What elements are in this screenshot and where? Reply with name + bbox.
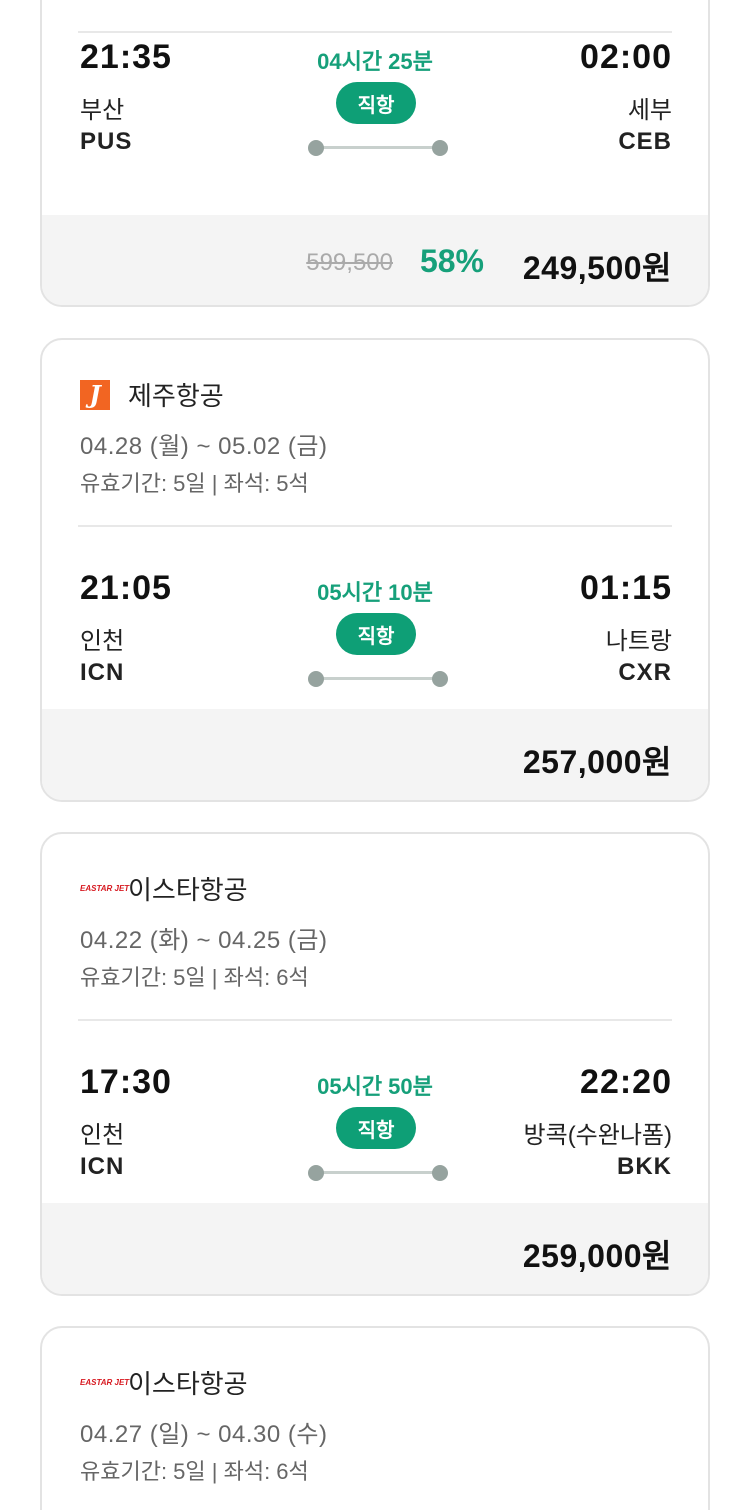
departure-code: ICN [80,1153,125,1180]
direct-flight-badge: 직항 [336,1107,416,1149]
validity-seats: 유효기간: 5일 | 좌석: 5석 [80,471,309,496]
price-bar: 259,000원 [42,1203,708,1294]
origin-dot [308,1165,324,1181]
jeju-air-logo: J [80,379,114,410]
destination-dot [432,140,448,156]
travel-dates: 04.22 (화) ~ 04.25 (금) [80,927,328,954]
direct-flight-badge: 직항 [336,613,416,655]
flight-info: 21:05 인천 ICN 05시간 10분 직항 01:15 나트랑 CXR [42,525,708,709]
arrival-time: 02:00 [580,38,672,76]
flight-card[interactable]: EASTAR JET 이스타항공 04.27 (일) ~ 04.30 (수) 유… [40,1326,710,1510]
final-price: 249,500원 [522,250,672,286]
departure-code: PUS [80,128,133,155]
origin-dot [308,671,324,687]
original-price: 599,500 [306,249,393,276]
arrival-code: BKK [617,1153,672,1180]
airline-name: 이스타항공 [128,1369,248,1399]
airline-row: J 제주항공 [80,376,224,413]
departure-city: 인천 [80,1122,125,1149]
arrival-city: 세부 [627,97,672,124]
arrival-code: CEB [618,128,672,155]
airline-name: 이스타항공 [128,875,248,905]
card-header: EASTAR JET 이스타항공 04.27 (일) ~ 04.30 (수) 유… [42,1328,708,1510]
price-bar: 599,500 58% 249,500원 [42,215,708,305]
travel-dates: 04.27 (일) ~ 04.30 (수) [80,1421,328,1448]
validity-seats: 유효기간: 5일 | 좌석: 6석 [80,1459,309,1484]
route-line [308,1163,448,1183]
departure-city: 인천 [80,628,125,655]
route-line [308,138,448,158]
eastar-jet-logo: EASTAR JET [80,884,130,893]
route-line [308,669,448,689]
card-header: EASTAR JET 이스타항공 04.22 (화) ~ 04.25 (금) 유… [42,834,708,1021]
flight-info: 21:35 부산 PUS 04시간 25분 직항 02:00 세부 CEB [42,0,708,178]
eastar-jet-logo: EASTAR JET [80,1378,130,1387]
validity-seats: 유효기간: 5일 | 좌석: 6석 [80,965,309,990]
arrival-time: 01:15 [580,569,672,607]
destination-dot [432,1165,448,1181]
final-price: 259,000원 [522,1238,672,1274]
flight-card[interactable]: EASTAR JET 이스타항공 04.22 (화) ~ 04.25 (금) 유… [40,832,710,1296]
flight-info: 17:30 인천 ICN 05시간 50분 직항 22:20 방콕(수완나폼) … [42,1019,708,1203]
flight-card[interactable]: J 제주항공 04.28 (월) ~ 05.02 (금) 유효기간: 5일 | … [40,338,710,802]
airline-row: EASTAR JET 이스타항공 [80,1364,248,1401]
card-header: J 제주항공 04.28 (월) ~ 05.02 (금) 유효기간: 5일 | … [42,340,708,527]
arrival-city: 나트랑 [605,628,672,655]
departure-code: ICN [80,659,125,686]
arrival-code: CXR [618,659,672,686]
flight-card[interactable]: 21:35 부산 PUS 04시간 25분 직항 02:00 세부 CEB 59… [40,0,710,307]
final-price: 257,000원 [522,744,672,780]
airline-name: 제주항공 [128,381,224,411]
direct-flight-badge: 직항 [336,82,416,124]
arrival-time: 22:20 [580,1063,672,1101]
origin-dot [308,140,324,156]
price-bar: 257,000원 [42,709,708,800]
travel-dates: 04.28 (월) ~ 05.02 (금) [80,433,328,460]
airline-row: EASTAR JET 이스타항공 [80,870,248,907]
discount-rate: 58% [419,243,484,279]
departure-city: 부산 [80,97,125,124]
destination-dot [432,671,448,687]
arrival-city: 방콕(수완나폼) [523,1122,672,1149]
